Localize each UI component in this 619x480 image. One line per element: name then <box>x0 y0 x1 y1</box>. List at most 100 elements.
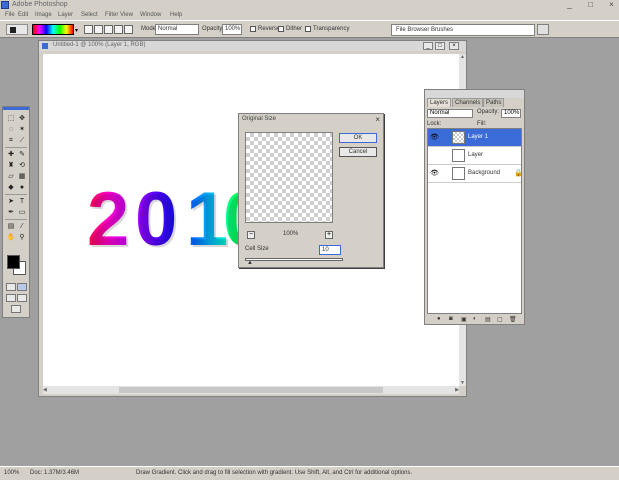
menu-help[interactable]: Help <box>170 12 182 18</box>
tab-paths[interactable]: Paths <box>483 98 505 107</box>
status-doc-size[interactable]: Doc: 1.37M/3.46M <box>30 470 79 476</box>
gradient-picker[interactable] <box>32 24 74 35</box>
diamond-gradient-button[interactable] <box>124 25 133 34</box>
opacity-input[interactable]: 100% <box>222 24 242 35</box>
eraser-tool-icon[interactable]: ▱ <box>6 172 16 181</box>
new-layer-icon[interactable]: ▢ <box>497 316 503 323</box>
menu-image[interactable]: Image <box>35 12 52 18</box>
linear-gradient-button[interactable] <box>84 25 93 34</box>
cell-size-input[interactable]: 10 <box>319 245 341 255</box>
menu-layer[interactable]: Layer <box>58 12 73 18</box>
tab-channels[interactable]: Channels <box>452 98 484 107</box>
close-icon[interactable]: × <box>375 115 380 124</box>
reverse-checkbox[interactable] <box>250 26 256 32</box>
slice-tool-icon[interactable]: ⟋ <box>17 136 27 145</box>
eye-icon[interactable]: 👁 <box>430 133 439 141</box>
menu-view[interactable]: View <box>120 12 133 18</box>
shape-tool-icon[interactable]: ▭ <box>17 208 27 217</box>
path-select-icon[interactable]: ➤ <box>6 197 16 206</box>
palette-well-button[interactable] <box>537 24 549 35</box>
layer-thumbnail <box>452 149 465 162</box>
magic-wand-icon[interactable]: ✶ <box>17 125 27 134</box>
doc-maximize-button[interactable]: □ <box>435 42 445 50</box>
dialog-preview[interactable] <box>245 132 333 223</box>
palette-title-bar[interactable] <box>425 90 524 98</box>
canvas-text-char: 0 <box>135 177 178 262</box>
zoom-in-button[interactable]: + <box>325 231 333 239</box>
move-tool-icon[interactable]: ✥ <box>17 114 27 123</box>
palette-well[interactable]: File Browser Brushes <box>391 24 535 36</box>
chevron-down-icon[interactable]: ▾ <box>75 27 78 34</box>
lasso-tool-icon[interactable]: ◌ <box>6 125 16 134</box>
scroll-up-icon[interactable]: ▲ <box>460 54 465 60</box>
layer-name: Layer 1 <box>468 134 489 140</box>
close-button[interactable]: × <box>606 0 617 10</box>
adjustment-layer-icon[interactable]: ◐ <box>473 316 477 322</box>
healing-brush-icon[interactable]: ✚ <box>6 150 16 159</box>
foreground-color-swatch[interactable] <box>7 255 20 269</box>
crop-tool-icon[interactable]: ⌗ <box>6 136 16 145</box>
gradient-tool-icon[interactable]: ▦ <box>17 172 27 181</box>
menu-file[interactable]: File <box>5 12 15 18</box>
original-size-dialog: Original Size × OK Cancel − 100% + Cell … <box>238 113 384 268</box>
blur-tool-icon[interactable]: ◆ <box>6 183 16 192</box>
notes-tool-icon[interactable]: ▤ <box>6 222 16 231</box>
tab-layers[interactable]: Layers <box>427 98 452 107</box>
layer-mask-icon[interactable]: ◙ <box>449 316 453 322</box>
doc-close-button[interactable]: × <box>449 42 459 50</box>
clone-stamp-icon[interactable]: ♜ <box>6 161 16 170</box>
type-tool-icon[interactable]: T <box>17 197 27 206</box>
slider-thumb-icon[interactable]: ▲ <box>247 260 253 266</box>
screen-mode-full[interactable] <box>17 294 27 302</box>
marquee-tool-icon[interactable]: ⬚ <box>6 114 16 123</box>
menu-select[interactable]: Select <box>81 12 98 18</box>
layer-style-icon[interactable]: ● <box>437 316 441 322</box>
cancel-button[interactable]: Cancel <box>339 147 377 157</box>
layer-link-icon[interactable]: ▤ <box>485 316 491 323</box>
layer-opacity-input[interactable]: 100% <box>501 109 521 118</box>
scroll-left-icon[interactable]: ◀ <box>43 387 47 393</box>
zoom-tool-icon[interactable]: ⚲ <box>17 233 27 242</box>
horizontal-scrollbar[interactable]: ◀ ▶ <box>43 386 459 394</box>
tool-preset-picker[interactable] <box>6 24 28 35</box>
layer-row[interactable]: Layer <box>428 147 521 165</box>
pen-tool-icon[interactable]: ✒ <box>6 208 16 217</box>
cell-size-slider[interactable] <box>245 258 343 261</box>
maximize-button[interactable]: □ <box>585 0 596 10</box>
reflected-gradient-button[interactable] <box>114 25 123 34</box>
trash-icon[interactable]: 🗑 <box>509 316 517 323</box>
radial-gradient-button[interactable] <box>94 25 103 34</box>
layer-name: Background <box>468 170 501 176</box>
jump-to-imageready-button[interactable] <box>11 305 21 313</box>
eyedropper-icon[interactable]: ⁄ <box>17 222 27 231</box>
minimize-button[interactable]: _ <box>564 0 575 10</box>
ok-button[interactable]: OK <box>339 133 377 143</box>
eye-icon[interactable]: 👁 <box>430 169 439 177</box>
layer-row[interactable]: 👁 Background 🔒 <box>428 165 523 183</box>
scroll-down-icon[interactable]: ▼ <box>460 380 465 386</box>
hand-tool-icon[interactable]: ✋ <box>6 233 16 242</box>
scroll-thumb[interactable] <box>119 387 383 393</box>
status-zoom[interactable]: 100% <box>4 470 19 476</box>
dodge-tool-icon[interactable]: ● <box>17 183 27 192</box>
zoom-out-button[interactable]: − <box>247 231 255 239</box>
layer-set-icon[interactable]: ▣ <box>461 316 467 323</box>
blend-mode-select[interactable]: Normal <box>427 109 473 118</box>
transparency-checkbox[interactable] <box>305 26 311 32</box>
angle-gradient-button[interactable] <box>104 25 113 34</box>
toolbox-grip[interactable] <box>3 107 29 110</box>
quick-mask-button[interactable] <box>17 283 27 291</box>
doc-minimize-button[interactable]: _ <box>423 42 433 50</box>
history-brush-icon[interactable]: ⟲ <box>17 161 27 170</box>
menu-filter[interactable]: Filter <box>105 12 118 18</box>
screen-mode-standard[interactable] <box>6 294 16 302</box>
layer-row[interactable]: 👁 Layer 1 <box>428 129 521 147</box>
menu-window[interactable]: Window <box>140 12 161 18</box>
dither-checkbox[interactable] <box>278 26 284 32</box>
menu-edit[interactable]: Edit <box>18 12 28 18</box>
scroll-right-icon[interactable]: ▶ <box>455 387 459 393</box>
mode-select[interactable]: Normal <box>155 24 199 35</box>
lock-label: Lock: <box>427 121 442 127</box>
standard-mode-button[interactable] <box>6 283 16 291</box>
brush-tool-icon[interactable]: ✎ <box>17 150 27 159</box>
